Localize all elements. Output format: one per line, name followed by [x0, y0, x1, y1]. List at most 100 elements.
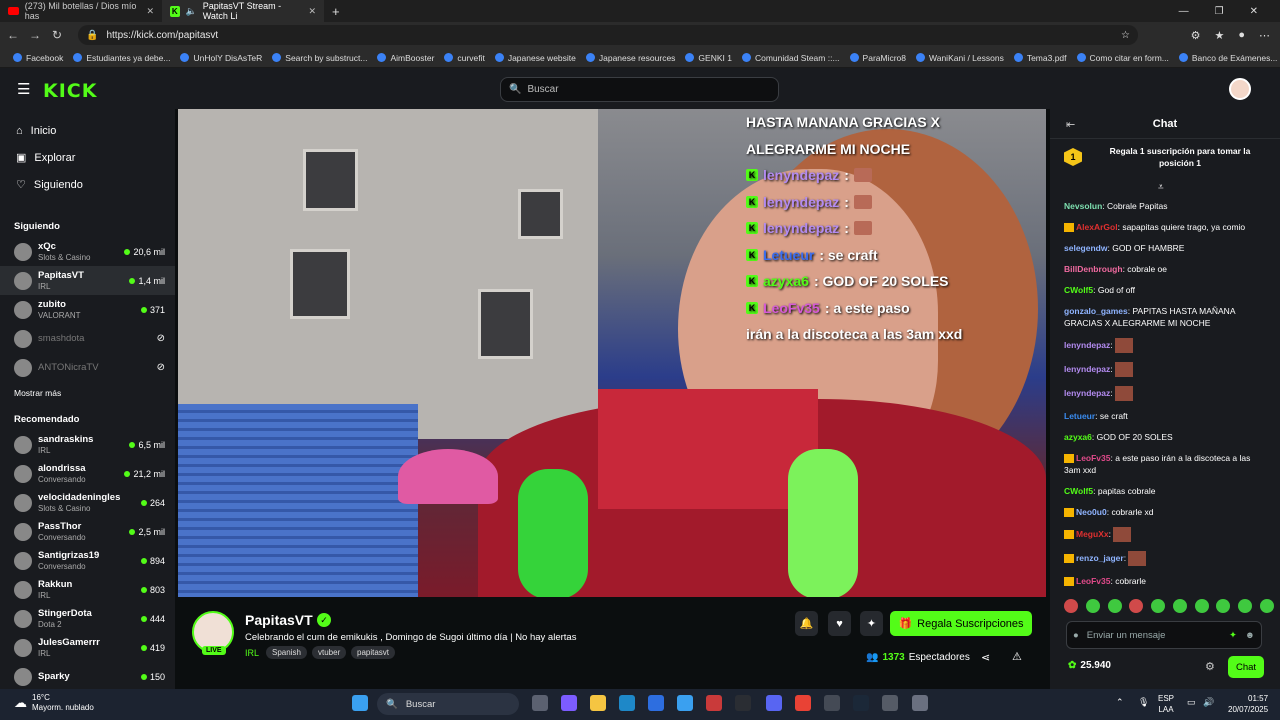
send-chat-button[interactable]: Chat — [1228, 656, 1264, 678]
chat-username[interactable]: CWolf5 — [1064, 285, 1093, 295]
weather-widget[interactable]: ☁ 16°C Mayorm. nublado — [14, 693, 94, 713]
report-icon[interactable]: ⚠ — [1012, 650, 1022, 663]
bookmark-item[interactable]: Banco de Exámenes... — [1174, 53, 1280, 63]
nav-siguiendo[interactable]: ♡ Siguiendo — [0, 171, 175, 198]
new-tab-button[interactable]: + — [324, 4, 348, 19]
chat-username[interactable]: LeoFv35 — [1076, 453, 1111, 463]
bookmark-item[interactable]: WaniKani / Lessons — [911, 53, 1009, 63]
app-icon[interactable] — [735, 695, 751, 711]
taskbar-search[interactable]: 🔍 Buscar — [377, 693, 519, 715]
chat-username[interactable]: azyxa6 — [1064, 432, 1092, 442]
chat-settings-icon[interactable]: ⚙ — [1205, 660, 1215, 673]
app-icon[interactable] — [677, 695, 693, 711]
stream-category[interactable]: IRL — [245, 648, 259, 658]
chat-username[interactable]: Neo0u0 — [1076, 507, 1107, 517]
profile-icon[interactable]: ● — [1238, 29, 1245, 42]
extensions-icon[interactable]: ⚙ — [1191, 29, 1201, 42]
quick-emote-icon[interactable] — [1064, 599, 1078, 613]
discord-icon[interactable] — [766, 695, 782, 711]
bookmark-item[interactable]: ParaMicro8 — [845, 53, 911, 63]
favorite-star-icon[interactable]: ☆ — [1121, 30, 1130, 41]
chat-username[interactable]: lenyndepaz — [1064, 340, 1110, 350]
follow-heart-icon[interactable]: ♥ — [828, 611, 851, 636]
channel-item[interactable]: JulesGamerrr IRL 419 — [0, 633, 175, 662]
app-icon[interactable] — [706, 695, 722, 711]
kick-logo[interactable]: KICK — [43, 80, 97, 102]
channel-points[interactable]: ✿ 25.940 — [1068, 660, 1111, 671]
tag-spanish[interactable]: Spanish — [266, 646, 307, 659]
chat-username[interactable]: MeguXx — [1076, 529, 1109, 539]
chat-username[interactable]: gonzalo_games — [1064, 306, 1128, 316]
forward-icon[interactable]: → — [24, 28, 46, 42]
channel-item[interactable]: Rakkun IRL 803 — [0, 575, 175, 604]
favorites-icon[interactable]: ★ — [1214, 29, 1224, 42]
search-input[interactable]: 🔍 Buscar — [500, 77, 779, 102]
bookmark-item[interactable]: Estudiantes ya debe... — [68, 53, 175, 63]
bookmark-item[interactable]: Comunidad Steam ::... — [737, 53, 845, 63]
quick-emote-icon[interactable] — [1238, 599, 1253, 613]
channel-item[interactable]: PassThor Conversando 2,5 mil — [0, 517, 175, 546]
bookmark-item[interactable]: Tema3.pdf — [1009, 53, 1072, 63]
start-icon[interactable] — [352, 695, 368, 711]
nav-explorar[interactable]: ▣ Explorar — [0, 144, 175, 171]
tag-papitasvt[interactable]: papitasvt — [351, 646, 396, 659]
channel-item[interactable]: alondrissa Conversando 21,2 mil — [0, 459, 175, 488]
channel-item[interactable]: ANTONicraTV ⊘ — [0, 353, 175, 382]
maximize-icon[interactable]: ❐ — [1215, 6, 1224, 17]
bookmark-item[interactable]: curvefit — [439, 53, 489, 63]
quick-emote-icon[interactable] — [1151, 599, 1166, 613]
emote-picker-icon[interactable]: ✦ — [1229, 630, 1237, 641]
close-tab-icon[interactable]: ✕ — [308, 6, 316, 17]
chat-username[interactable]: selegendw — [1064, 243, 1107, 253]
channel-item[interactable]: Santigrizas19 Conversando 894 — [0, 546, 175, 575]
channel-item[interactable]: velocidadeningles Slots & Casino 264 — [0, 488, 175, 517]
clock[interactable]: 01:57 20/07/2025 — [1228, 693, 1268, 715]
chat-username[interactable]: AlexArGol — [1076, 222, 1118, 232]
quick-emote-icon[interactable] — [1107, 599, 1122, 613]
chat-username[interactable]: renzo_jager — [1076, 553, 1124, 563]
channel-item[interactable]: zubito VALORANT 371 — [0, 295, 175, 324]
store-icon[interactable] — [648, 695, 664, 711]
back-icon[interactable]: ← — [2, 28, 24, 42]
bookmark-item[interactable]: UnHolY DisAsTeR — [175, 53, 267, 63]
close-tab-icon[interactable]: ✕ — [146, 6, 154, 17]
steam-icon[interactable] — [853, 695, 869, 711]
channel-item[interactable]: StingerDota Dota 2 444 — [0, 604, 175, 633]
sparkle-icon[interactable]: ✦ — [860, 611, 883, 636]
bookmark-item[interactable]: GENKI 1 — [680, 53, 737, 63]
app-icon[interactable] — [882, 695, 898, 711]
bookmark-item[interactable]: Como citar en form... — [1072, 53, 1174, 63]
chat-username[interactable]: BillDenbrough — [1064, 264, 1123, 274]
user-avatar[interactable] — [1229, 78, 1251, 100]
bookmark-item[interactable]: Search by substruct... — [267, 53, 372, 63]
tab-kick[interactable]: K 🔈 PapitasVT Stream - Watch Li ✕ — [162, 0, 324, 22]
collapse-chat-icon[interactable]: ⇤ — [1066, 118, 1075, 131]
minimize-icon[interactable]: — — [1179, 6, 1189, 17]
camera-icon[interactable] — [912, 695, 928, 711]
tab-youtube[interactable]: (273) Mil botellas / Dios mío has ✕ — [0, 0, 162, 22]
expand-pinned-icon[interactable]: ⩡ — [1158, 182, 1164, 193]
bookmark-item[interactable]: Japanese website — [490, 53, 581, 63]
quick-emote-icon[interactable] — [1172, 599, 1187, 613]
speaker-icon[interactable]: 🔈 — [186, 6, 197, 17]
quick-emote-icon[interactable] — [1259, 599, 1274, 613]
bell-icon[interactable]: 🔔 — [795, 611, 818, 636]
chat-username[interactable]: LeoFv35 — [1076, 576, 1111, 586]
gift-subs-button[interactable]: 🎁 Regala Suscripciones — [890, 611, 1032, 636]
channel-item[interactable]: smashdota ⊘ — [0, 324, 175, 353]
channel-item[interactable]: sandraskins IRL 6,5 mil — [0, 430, 175, 459]
chat-message-input[interactable]: ● Enviar un mensaje ✦ ☻ — [1066, 621, 1262, 649]
bookmark-item[interactable]: Facebook — [8, 53, 68, 63]
tag-vtuber[interactable]: vtuber — [312, 646, 347, 659]
show-more-link[interactable]: Mostrar más — [0, 382, 175, 404]
hamburger-menu-icon[interactable]: ☰ — [17, 80, 30, 98]
quick-emote-icon[interactable] — [1194, 599, 1209, 613]
reload-icon[interactable]: ↻ — [46, 28, 68, 42]
streamer-name[interactable]: PapitasVT — [245, 612, 313, 628]
chat-username[interactable]: lenyndepaz — [1064, 364, 1110, 374]
copilot-icon[interactable] — [561, 695, 577, 711]
url-field[interactable]: 🔒 https://kick.com/papitasvt ☆ — [78, 25, 1138, 45]
nav-inicio[interactable]: ⌂ Inicio — [0, 117, 175, 144]
channel-item[interactable]: PapitasVT IRL 1,4 mil — [0, 266, 175, 295]
channel-item[interactable]: xQc Slots & Casino 20,6 mil — [0, 237, 175, 266]
